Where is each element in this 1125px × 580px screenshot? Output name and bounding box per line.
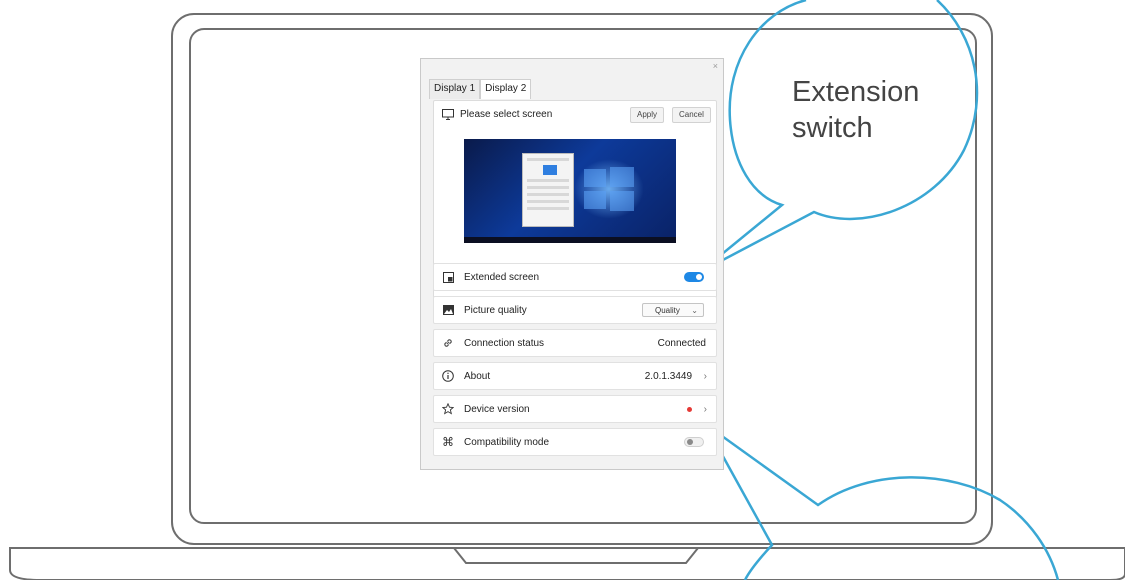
preview-window-pane [610,167,634,187]
picture-quality-selected: Quality [655,306,680,315]
extended-screen-row: Extended screen [433,263,717,291]
callout-label-line-1: Extension [792,76,920,108]
extended-screen-toggle[interactable] [684,272,704,282]
extended-screen-label: Extended screen [464,271,540,283]
star-icon [442,403,454,415]
cancel-button[interactable]: Cancel [672,107,711,123]
device-version-row[interactable]: Device version › [433,395,717,423]
compatibility-mode-toggle[interactable] [684,437,704,447]
chevron-right-icon: › [703,370,707,382]
connection-status-value: Connected [657,337,706,349]
extension-switch-callout-label: Extension switch [792,74,919,146]
picture-quality-label: Picture quality [464,304,527,316]
laptop-notch-outline [453,547,699,564]
preview-window-pane [610,191,634,211]
link-icon [442,337,454,349]
tab-display-1[interactable]: Display 1 [429,79,481,99]
tab-display-2[interactable]: Display 2 [480,79,532,99]
monitor-icon [442,109,454,120]
compatibility-mode-label: Compatibility mode [464,436,550,448]
preview-mini-app-window [522,153,574,227]
connection-status-label: Connection status [464,337,545,349]
preview-window-pane [584,191,606,209]
command-key-icon: ⌘ [442,435,454,449]
chevron-right-icon: › [703,403,707,415]
about-version-value: 2.0.1.3449 [644,370,692,382]
preview-window-pane [584,169,606,187]
display-settings-window: × Display 1 Display 2 Please select scre… [420,58,724,470]
chevron-down-icon: ⌄ [691,306,698,315]
preview-taskbar [464,237,676,243]
extended-screen-icon [442,271,454,283]
device-version-label: Device version [464,403,530,415]
update-badge-dot [687,406,692,412]
callout-label-line-2: switch [792,112,873,144]
picture-quality-select[interactable]: Quality ⌄ [642,303,704,317]
illustration-stage: Extension switch × Display 1 Display 2 P… [0,0,1125,580]
info-icon [442,370,454,382]
screen-select-header: Please select screen [442,109,552,120]
display-tabs: Display 1 Display 2 [429,79,532,99]
picture-icon [442,304,454,316]
picture-quality-row: Picture quality Quality ⌄ [433,296,717,324]
apply-button[interactable]: Apply [630,107,665,123]
connection-status-row: Connection status Connected [433,329,717,357]
compatibility-mode-row: ⌘ Compatibility mode [433,428,717,456]
close-icon[interactable]: × [713,62,718,71]
screen-preview-thumbnail[interactable] [464,139,676,243]
screen-select-title: Please select screen [460,109,553,120]
about-label: About [464,370,491,382]
about-row[interactable]: About 2.0.1.3449 › [433,362,717,390]
